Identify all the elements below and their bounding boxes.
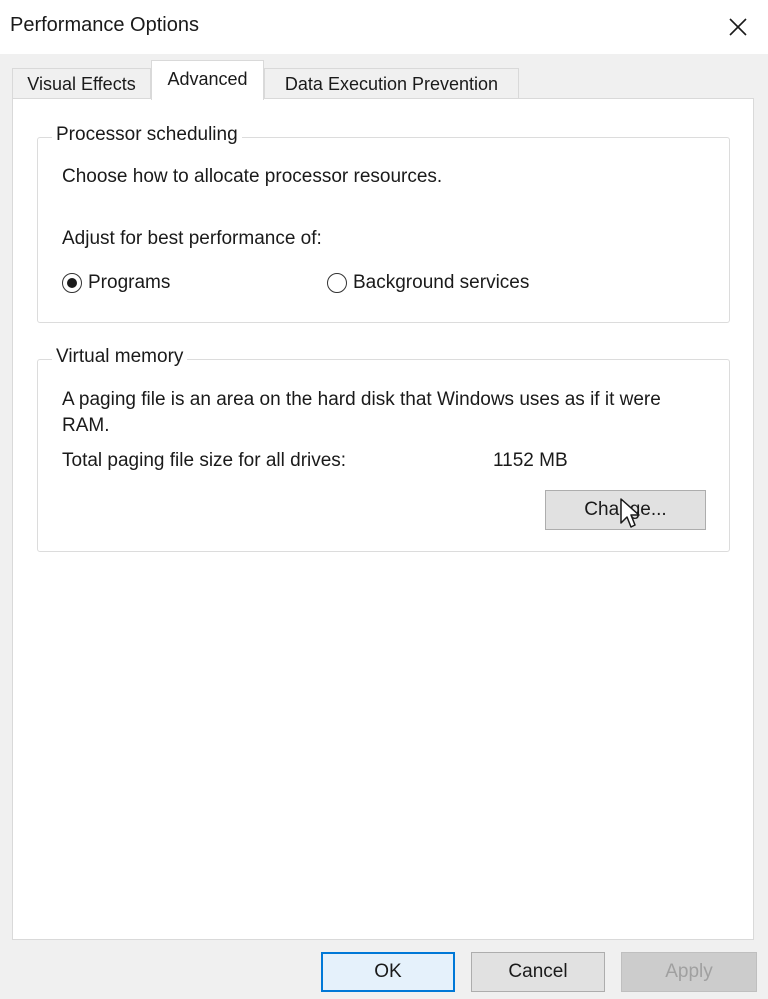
radio-background-services-label: Background services: [353, 272, 530, 293]
tab-data-execution-prevention[interactable]: Data Execution Prevention: [264, 68, 519, 100]
radio-programs-label: Programs: [88, 272, 171, 293]
apply-button: Apply: [621, 952, 757, 992]
total-paging-size-value: 1152 MB: [493, 450, 568, 471]
tab-strip: Visual Effects Advanced Data Execution P…: [0, 54, 768, 100]
change-button[interactable]: Change...: [545, 490, 706, 530]
total-paging-size-label: Total paging file size for all drives:: [62, 450, 347, 471]
performance-options-window: Performance Options Visual Effects Advan…: [0, 0, 768, 999]
radio-programs-indicator: [62, 273, 82, 293]
tab-advanced[interactable]: Advanced: [151, 60, 264, 100]
cancel-button[interactable]: Cancel: [471, 952, 605, 992]
radio-background-services[interactable]: Background services: [327, 272, 529, 294]
processor-scheduling-group: Processor scheduling Choose how to alloc…: [37, 124, 730, 323]
close-icon: [729, 18, 747, 36]
processor-scheduling-legend: Processor scheduling: [52, 124, 242, 146]
adjust-performance-label: Adjust for best performance of:: [62, 228, 322, 249]
advanced-tab-panel: Processor scheduling Choose how to alloc…: [12, 98, 754, 940]
virtual-memory-description: A paging file is an area on the hard dis…: [62, 389, 661, 436]
tab-visual-effects[interactable]: Visual Effects: [12, 68, 151, 100]
virtual-memory-legend: Virtual memory: [52, 346, 188, 368]
window-title: Performance Options: [10, 14, 199, 36]
processor-scheduling-description: Choose how to allocate processor resourc…: [62, 166, 443, 187]
radio-programs[interactable]: Programs: [62, 272, 170, 294]
close-button[interactable]: [708, 0, 768, 54]
title-bar: Performance Options: [0, 0, 768, 54]
radio-selected-dot: [67, 278, 77, 288]
radio-background-services-indicator: [327, 273, 347, 293]
ok-button[interactable]: OK: [321, 952, 455, 992]
